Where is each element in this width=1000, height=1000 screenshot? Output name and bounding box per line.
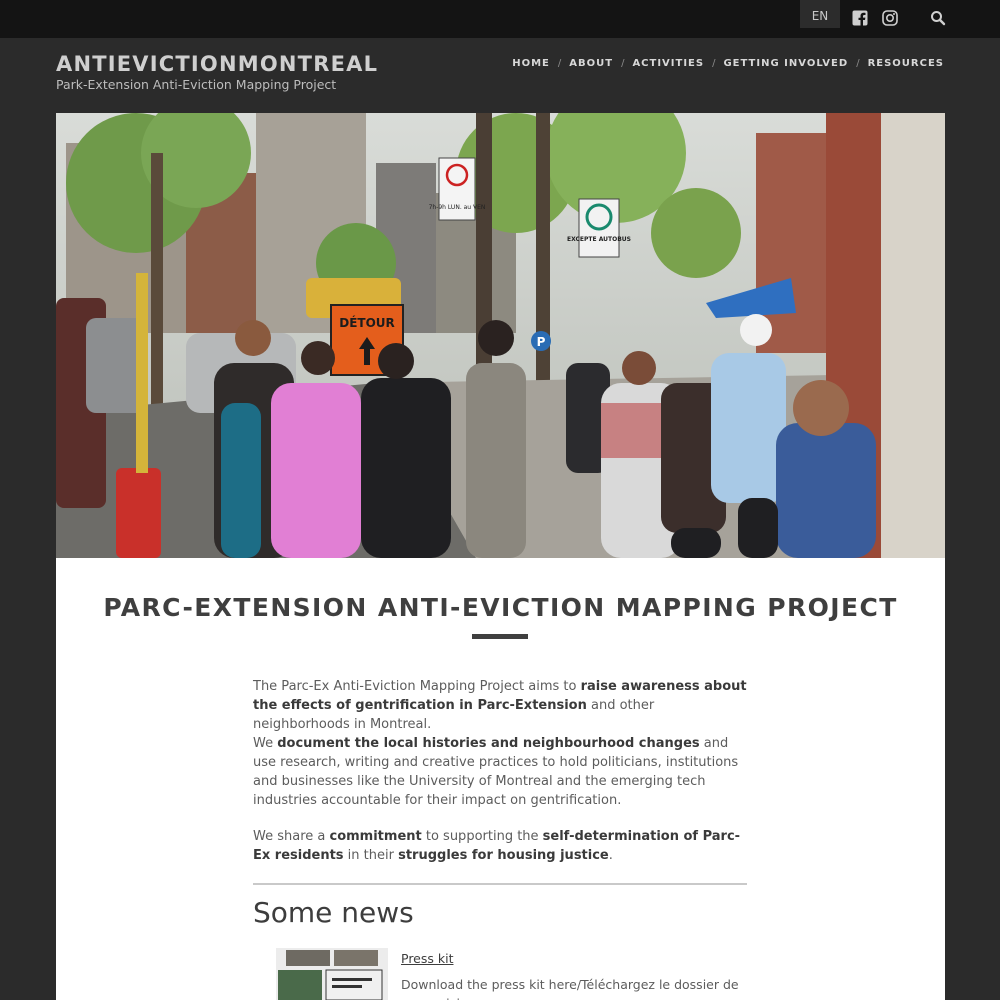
- nav-separator: /: [712, 58, 716, 69]
- emphasis-text: document the local histories and neighbo…: [277, 736, 700, 751]
- news-thumbnail[interactable]: [276, 948, 388, 1000]
- instagram-icon[interactable]: [882, 10, 898, 26]
- mission-paragraph: We document the local histories and neig…: [253, 734, 749, 810]
- news-section-title: Some news: [253, 896, 414, 929]
- nav-activities[interactable]: ACTIVITIES: [632, 58, 704, 69]
- text-segment: The Parc-Ex Anti-Eviction Mapping Projec…: [253, 679, 581, 694]
- text-segment: to supporting the: [421, 829, 543, 844]
- page-title: PARC-EXTENSION ANTI-EVICTION MAPPING PRO…: [103, 593, 898, 622]
- parking-sign-label: 7h-9h LUN. au VEN: [429, 204, 486, 211]
- nav-separator: /: [621, 58, 625, 69]
- commitment-paragraph: We share a commitment to supporting the …: [253, 827, 749, 865]
- bus-sign-label: EXCEPTE AUTOBUS: [567, 236, 631, 243]
- nav-resources[interactable]: RESOURCES: [868, 58, 944, 69]
- text-segment: .: [608, 848, 613, 863]
- press-kit-description: Download the press kit here/Téléchargez …: [401, 977, 739, 1000]
- site-tagline: Park-Extension Anti-Eviction Mapping Pro…: [56, 77, 337, 92]
- section-divider: [253, 883, 747, 885]
- nav-separator: /: [557, 58, 562, 69]
- title-underline: [472, 634, 528, 639]
- emphasis-text: commitment: [329, 829, 422, 844]
- facebook-icon[interactable]: [852, 10, 868, 26]
- main-nav: HOME / ABOUT / ACTIVITIES / GETTING INVO…: [512, 58, 944, 69]
- nav-home[interactable]: HOME: [512, 58, 550, 69]
- language-switcher[interactable]: EN: [800, 0, 840, 28]
- search-icon[interactable]: [930, 10, 946, 26]
- intro-paragraph: The Parc-Ex Anti-Eviction Mapping Projec…: [253, 677, 749, 734]
- text-segment: We share a: [253, 829, 330, 844]
- top-bar: EN: [0, 0, 1000, 38]
- nav-getting-involved[interactable]: GETTING INVOLVED: [723, 58, 848, 69]
- main-content: PARC-EXTENSION ANTI-EVICTION MAPPING PRO…: [56, 558, 945, 1000]
- detour-sign-label: DÉTOUR: [339, 315, 395, 330]
- nav-about[interactable]: ABOUT: [569, 58, 613, 69]
- text-segment: in their: [343, 848, 399, 863]
- press-kit-link[interactable]: Press kit: [401, 951, 453, 966]
- nav-separator: /: [856, 58, 860, 69]
- transit-sign-label: P: [537, 335, 546, 349]
- text-segment: We: [253, 736, 278, 751]
- emphasis-text: struggles for housing justice: [398, 848, 609, 863]
- site-title[interactable]: ANTIEVICTIONMONTREAL: [56, 52, 378, 76]
- hero-image: DÉTOUR EXCEPTE AUTOBUS 7h-9h LUN. au VEN…: [56, 113, 945, 558]
